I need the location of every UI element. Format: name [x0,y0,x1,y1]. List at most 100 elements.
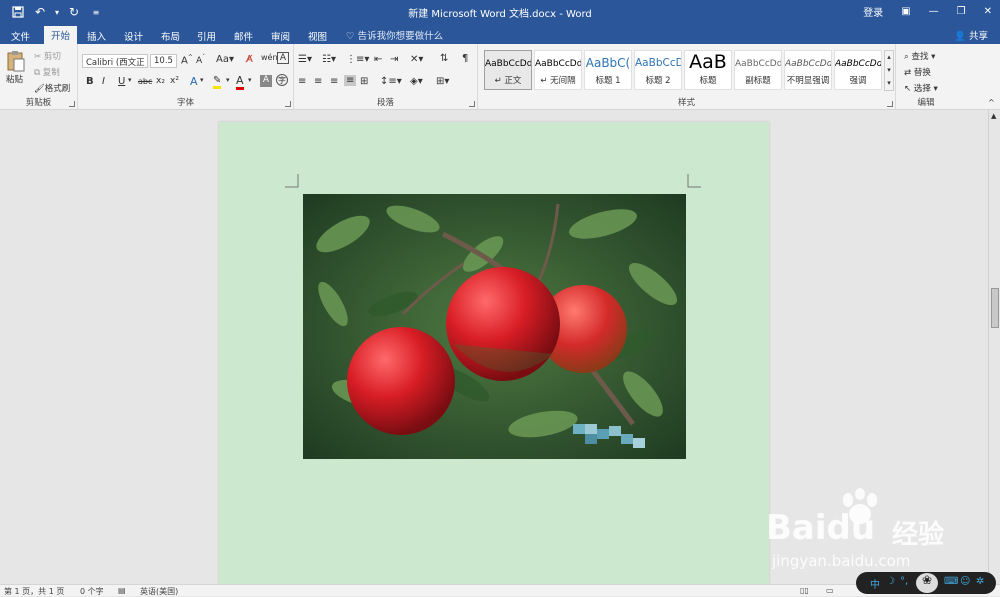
tab-mailings[interactable]: 邮件 [227,27,260,44]
collapse-ribbon-icon[interactable]: ^ [988,98,995,107]
styles-scroll-icon[interactable]: ▴ ▾ ▾ [884,50,894,91]
clipboard-launcher[interactable] [69,101,75,107]
enclose-char-icon[interactable]: 字 [276,74,288,86]
style-subtle-emphasis[interactable]: AaBbCcDd 不明显强调 [784,50,832,90]
text-effects-dropdown-icon[interactable]: ▾ [200,76,204,84]
find-label: 查找 [911,52,929,62]
style-heading-1[interactable]: AaBbC(标题 1 [584,50,632,90]
copy-button[interactable]: ⧉ 复制 [34,66,60,78]
font-color-dropdown-icon[interactable]: ▾ [248,76,252,84]
numbering-icon[interactable]: ☷▾ [322,54,336,65]
char-border-icon[interactable]: A [277,52,289,64]
tab-review[interactable]: 审阅 [264,27,297,44]
paste-button[interactable]: 粘贴 [6,50,28,88]
text-effects-icon[interactable]: A [190,75,198,88]
replace-button[interactable]: ⇄ 替换 [904,66,931,78]
settings-icon[interactable]: ✲ [976,576,984,587]
restore-button[interactable]: ❐ [957,6,966,17]
style-subtitle[interactable]: AaBbCcDd 副标题 [734,50,782,90]
align-left-icon[interactable]: ≡ [298,76,306,87]
underline-icon[interactable]: U [118,76,125,87]
scroll-up-icon[interactable]: ▲ [991,112,996,120]
borders-icon[interactable]: ⊞▾ [436,76,449,87]
italic-icon[interactable]: I [102,76,105,87]
style-no-spacing[interactable]: AaBbCcDd ↵ 无间隔 [534,50,582,90]
proofing-icon[interactable]: ▤ [118,586,126,595]
page-count[interactable]: 第 1 页，共 1 页 [4,586,64,597]
strikethrough-icon[interactable]: abc [138,77,152,86]
tab-view[interactable]: 视图 [301,27,334,44]
apple-photo[interactable] [303,194,686,459]
share-button[interactable]: 👤 共享 [954,28,988,42]
decrease-indent-icon[interactable]: ⇤ [374,54,382,65]
ribbon-display-options-icon[interactable]: ▣ [901,6,910,17]
subscript-icon[interactable]: x₂ [156,76,165,86]
sort-icon[interactable]: ⇅ [440,53,448,64]
search-icon: ⌕ [904,52,909,62]
login-button[interactable]: 登录 [863,4,883,19]
font-name-select[interactable]: Calibri (西文正 [82,54,148,68]
underline-dropdown-icon[interactable]: ▾ [128,76,132,84]
show-marks-icon[interactable]: ¶ [462,53,468,64]
style-emphasis[interactable]: AaBbCcDd 强调 [834,50,882,90]
font-launcher[interactable] [285,101,291,107]
tab-file[interactable]: 文件 [4,27,37,44]
scissors-icon: ✂ [34,52,42,62]
highlight-icon[interactable]: ✎ [213,75,222,89]
tab-home[interactable]: 开始 [44,26,78,44]
bold-icon[interactable]: B [86,76,94,87]
minimize-button[interactable]: — [929,6,939,17]
scrollbar-thumb[interactable] [991,288,999,328]
bullets-icon[interactable]: ☰▾ [298,54,312,65]
distributed-icon[interactable]: ⊞ [360,76,368,87]
style-heading-2[interactable]: AaBbCcD 标题 2 [634,50,682,90]
tab-design[interactable]: 设计 [117,27,150,44]
justify-icon[interactable]: ≡ [344,75,357,86]
moon-icon[interactable]: ☽ [886,576,895,587]
tell-me-search[interactable]: ♡ 告诉我你想要做什么 [346,28,443,42]
language[interactable]: 英语(美国) [140,586,178,597]
font-color-icon[interactable]: A [236,74,244,90]
crop-mark-top-left [285,174,299,188]
style-title[interactable]: AaB 标题 [684,50,732,90]
align-right-icon[interactable]: ≡ [330,76,338,87]
keyboard-icon[interactable]: ⌨ [944,576,958,587]
user-icon[interactable]: ☺ [960,576,970,587]
cut-button[interactable]: ✂ 剪切 [34,50,61,62]
paragraph-launcher[interactable] [469,101,475,107]
editing-group-label: 编辑 [917,98,935,108]
ime-mode-icon[interactable]: 中 [870,576,880,591]
shrink-font-icon[interactable]: Aˇ [196,54,205,66]
multilevel-list-icon[interactable]: ⋮≡▾ [346,54,369,65]
ime-toolbar[interactable]: 中 ☽ °, ❀ ⌨ ☺ ✲ [856,572,996,594]
font-size-select[interactable]: 10.5 [150,54,177,68]
increase-indent-icon[interactable]: ⇥ [390,54,398,65]
read-mode-icon[interactable]: ▯▯ [800,586,809,595]
change-case-icon[interactable]: Aa▾ [216,54,234,65]
print-layout-icon[interactable]: ▭ [826,586,834,595]
tab-insert[interactable]: 插入 [80,27,113,44]
close-button[interactable]: ✕ [984,6,992,17]
superscript-icon[interactable]: x² [170,76,179,86]
find-button[interactable]: ⌕ 查找 ▾ [904,50,935,62]
format-painter-button[interactable]: 🖌格式刷 [34,82,70,94]
vertical-scrollbar[interactable]: ▲ [988,110,1000,584]
highlight-dropdown-icon[interactable]: ▾ [226,76,230,84]
align-center-icon[interactable]: ≡ [314,76,322,87]
line-spacing-icon[interactable]: ↕≡▾ [380,76,402,87]
style-normal[interactable]: AaBbCcDd ↵ 正文 [484,50,532,90]
shading-icon[interactable]: ◈▾ [410,76,423,87]
char-shading-icon[interactable]: A [260,75,272,87]
styles-launcher[interactable] [887,101,893,107]
tab-layout[interactable]: 布局 [154,27,187,44]
grow-font-icon[interactable]: A^ [181,54,193,66]
phonetic-guide-icon[interactable]: wén [261,53,278,62]
paw-logo-icon[interactable]: ❀ [916,573,938,593]
word-count[interactable]: 0 个字 [80,586,104,597]
document-page[interactable] [219,122,769,584]
chinese-layout-icon[interactable]: ✕▾ [410,54,423,65]
clear-format-icon[interactable]: A̸ [246,54,253,65]
punctuation-icon[interactable]: °, [900,576,908,587]
tab-references[interactable]: 引用 [190,27,223,44]
select-button[interactable]: ↖ 选择 ▾ [904,82,938,94]
